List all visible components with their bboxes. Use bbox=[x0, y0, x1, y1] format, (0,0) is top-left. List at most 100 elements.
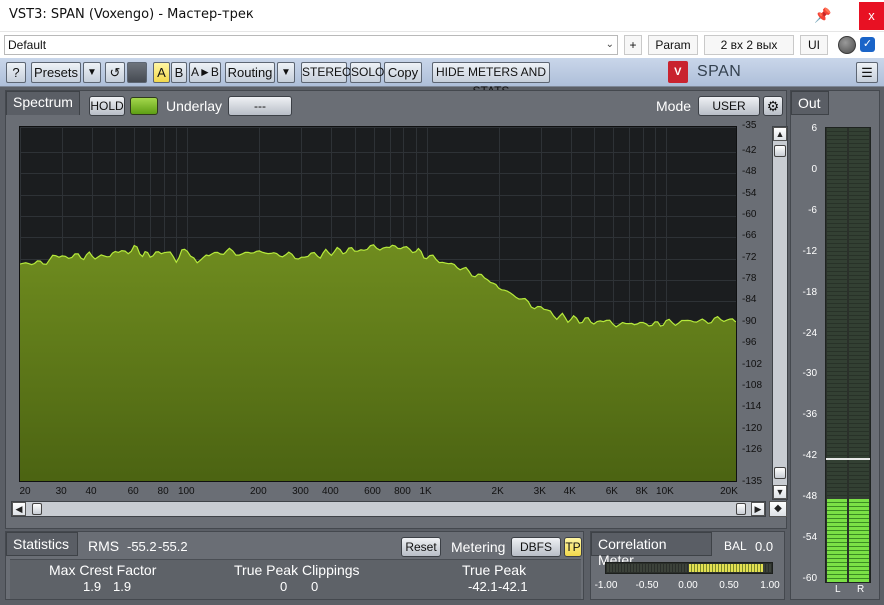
wet-knob[interactable] bbox=[838, 36, 856, 54]
scroll-down-icon[interactable]: ▼ bbox=[773, 485, 787, 499]
window-title: VST3: SPAN (Voxengo) - Мастер-трек bbox=[9, 7, 254, 22]
a-to-b-button[interactable]: A►B bbox=[189, 62, 221, 83]
x-tick-label: 8K bbox=[635, 486, 648, 497]
y-tick-label: -78 bbox=[742, 273, 757, 285]
plugin-area: ? Presets ▼ ↺ A B A►B Routing ▼ STEREO S… bbox=[0, 58, 884, 605]
close-button[interactable]: x bbox=[859, 2, 884, 30]
x-tick-label: 100 bbox=[177, 486, 195, 497]
correlation-panel: Correlation Meter BAL 0.0 -1.00 -0.50 0.00… bbox=[590, 531, 785, 600]
zoom-reset-icon[interactable]: ◆ bbox=[769, 501, 787, 517]
max-crest-left: 1.9 bbox=[83, 579, 102, 594]
copy-button[interactable]: Copy bbox=[384, 62, 422, 83]
left-channel-label: L bbox=[835, 584, 841, 595]
scroll-right-icon[interactable]: ▶ bbox=[751, 502, 765, 516]
horizontal-scrollbar[interactable]: ◀ ▶ bbox=[11, 501, 766, 517]
tab-spectrum[interactable]: Spectrum bbox=[6, 91, 80, 115]
vertical-scrollbar[interactable]: ▲ ▼ bbox=[772, 126, 788, 500]
x-tick-label: 30 bbox=[55, 486, 67, 497]
meter-channel-right bbox=[849, 128, 869, 582]
y-tick-label: -102 bbox=[742, 358, 763, 370]
out-scale-label: -42 bbox=[802, 450, 817, 462]
io-button[interactable]: 2 вх 2 вых bbox=[704, 35, 794, 55]
routing-button[interactable]: Routing bbox=[225, 62, 275, 83]
x-tick-label: 4K bbox=[563, 486, 576, 497]
metering-select[interactable]: DBFS bbox=[511, 537, 561, 557]
spectrum-x-axis: 20 30 40 60 80 100 200 300 400 600 800 1K 2K 3K 4K 6K 8K… bbox=[19, 483, 737, 499]
out-scale-label: -54 bbox=[802, 532, 817, 544]
y-tick-label: -84 bbox=[742, 294, 757, 306]
y-tick-label: -54 bbox=[742, 187, 757, 199]
add-button[interactable]: + bbox=[624, 35, 642, 55]
x-tick-label: 200 bbox=[249, 486, 267, 497]
b-button[interactable]: B bbox=[171, 62, 187, 83]
hold-button[interactable]: HOLD bbox=[89, 96, 125, 116]
y-tick-label: -72 bbox=[742, 251, 757, 263]
brand: V SPAN bbox=[668, 61, 741, 84]
scroll-left-icon[interactable]: ◀ bbox=[12, 502, 26, 516]
pin-icon[interactable]: 📌 bbox=[812, 4, 834, 26]
tab-correlation[interactable]: Correlation Meter bbox=[591, 532, 712, 568]
y-tick-label: -135 bbox=[742, 476, 763, 487]
metering-label: Metering bbox=[451, 539, 506, 555]
a-button[interactable]: A bbox=[153, 62, 170, 83]
max-crest-right: 1.9 bbox=[113, 579, 132, 594]
x-tick-label: 300 bbox=[292, 486, 309, 497]
help-button[interactable]: ? bbox=[6, 62, 26, 83]
mode-label: Mode bbox=[656, 98, 692, 114]
out-scale-label: -30 bbox=[802, 368, 817, 380]
presets-button[interactable]: Presets bbox=[31, 62, 81, 83]
hold-indicator[interactable] bbox=[130, 97, 158, 115]
statistics-values: Max Crest Factor 1.9 1.9 True Peak Clipp… bbox=[10, 559, 581, 599]
y-tick-label: -90 bbox=[742, 315, 757, 327]
true-peak-toggle[interactable]: TP bbox=[564, 537, 582, 557]
max-crest-label: Max Crest Factor bbox=[49, 562, 157, 578]
statistics-panel: Statistics RMS -55.2 -55.2 Reset Meterin… bbox=[5, 531, 584, 600]
x-tick-label: 20 bbox=[19, 486, 31, 497]
stereo-button[interactable]: STEREO bbox=[301, 62, 351, 83]
chevron-down-icon: ⌄ bbox=[605, 39, 614, 50]
correlation-scale-label: 1.00 bbox=[760, 580, 780, 591]
out-scale-label: 0 bbox=[811, 163, 817, 175]
y-tick-label: -60 bbox=[742, 209, 757, 220]
spectrum-panel: Spectrum HOLD Underlay --- Mode USER ⚙ -… bbox=[5, 90, 788, 529]
reset-button[interactable]: Reset bbox=[401, 537, 441, 557]
vertical-scroll-thumb[interactable] bbox=[774, 145, 786, 157]
underlay-select[interactable]: --- bbox=[228, 96, 292, 116]
gear-icon[interactable]: ⚙ bbox=[763, 96, 783, 116]
out-scale: 6 0 -6 -12 -18 -24 -30 -36 -42 -48 -54 -60 bbox=[793, 121, 819, 591]
horizontal-scroll-thumb-right[interactable] bbox=[736, 503, 746, 515]
y-tick-label: -48 bbox=[742, 166, 757, 178]
host-toolbar: Default ⌄ + Param 2 вх 2 вых UI ✓ bbox=[0, 32, 884, 58]
balance-label: BAL bbox=[724, 539, 747, 553]
bypass-checkbox[interactable]: ✓ bbox=[860, 37, 875, 52]
true-peak-right: -42.1 bbox=[498, 579, 528, 594]
preset-value: Default bbox=[8, 38, 47, 52]
presets-dropdown-button[interactable]: ▼ bbox=[83, 62, 101, 83]
balance-value: 0.0 bbox=[755, 539, 774, 554]
x-tick-label: 1K bbox=[419, 486, 432, 497]
spectrum-plot[interactable] bbox=[19, 126, 737, 482]
out-scale-label: 6 bbox=[811, 123, 817, 134]
x-tick-label: 800 bbox=[394, 486, 411, 497]
solo-button[interactable]: SOLO bbox=[350, 62, 384, 83]
hide-meters-button[interactable]: HIDE METERS AND STATS bbox=[432, 62, 550, 98]
y-tick-label: -108 bbox=[742, 379, 763, 391]
mode-select[interactable]: USER bbox=[698, 96, 760, 116]
out-scale-label: -24 bbox=[802, 327, 817, 339]
tab-statistics[interactable]: Statistics bbox=[6, 532, 78, 556]
routing-dropdown-button[interactable]: ▼ bbox=[277, 62, 295, 83]
scroll-up-icon[interactable]: ▲ bbox=[773, 127, 787, 141]
menu-button[interactable]: ☰ bbox=[856, 62, 878, 83]
title-bar: VST3: SPAN (Voxengo) - Мастер-трек 📌 x bbox=[0, 0, 884, 32]
rms-right-value: -55.2 bbox=[158, 539, 188, 554]
horizontal-scroll-thumb[interactable] bbox=[32, 503, 42, 515]
underlay-label: Underlay bbox=[166, 98, 223, 114]
param-button[interactable]: Param bbox=[648, 35, 698, 55]
spectrum-y-axis: -35 -42 -48 -54 -60 -66 -72 -78 -84 -90 -96 -102 -10… bbox=[742, 120, 770, 487]
preset-select[interactable]: Default ⌄ bbox=[4, 35, 618, 55]
ui-button[interactable]: UI bbox=[800, 35, 828, 55]
tab-out[interactable]: Out bbox=[791, 91, 829, 115]
vertical-scroll-thumb-bottom[interactable] bbox=[774, 467, 786, 479]
undo-button[interactable]: ↺ bbox=[105, 62, 125, 83]
redo-button[interactable] bbox=[127, 62, 147, 83]
